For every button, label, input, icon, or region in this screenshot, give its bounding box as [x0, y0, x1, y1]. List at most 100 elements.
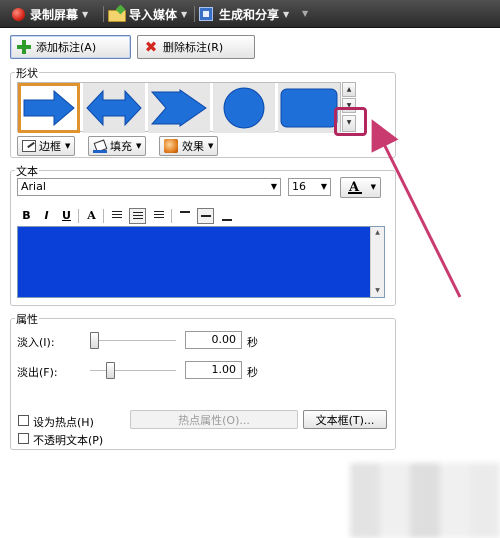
font-color-button[interactable]: A ▼ [340, 177, 381, 198]
align-center-icon [132, 212, 143, 221]
delete-x-icon: ✖ [144, 38, 158, 56]
record-screen-label: 录制屏幕 [30, 7, 79, 22]
chevron-arrow-icon [150, 89, 207, 127]
import-media-label: 导入媒体 [129, 7, 178, 22]
callout-text-area[interactable]: ▲ ▼ [17, 226, 385, 298]
fade-in-slider-thumb[interactable] [90, 332, 99, 349]
fade-out-value: 1.00 [211, 363, 237, 376]
border-button[interactable]: 边框 ▼ [17, 136, 76, 156]
record-icon [12, 7, 25, 21]
fade-in-input[interactable]: 0.00 [185, 331, 242, 349]
valign-top-button[interactable] [176, 208, 193, 224]
shape-circle[interactable] [213, 83, 275, 133]
chevron-down-icon: ▼ [270, 182, 277, 191]
chevron-down-icon: ▼ [283, 9, 290, 19]
fade-out-slider-track[interactable] [90, 370, 176, 372]
arrow-right-icon [23, 89, 75, 127]
align-center-button[interactable] [129, 208, 146, 224]
hotspot-checkbox[interactable] [18, 415, 29, 426]
fade-in-label: 淡入(I): [17, 336, 55, 349]
font-size-value: 16 [292, 180, 306, 193]
toolbar-divider [194, 6, 195, 22]
add-callout-button[interactable]: 添加标注(A) [10, 35, 131, 59]
border-button-label: 边框 [39, 140, 61, 153]
valign-top-icon [179, 211, 190, 213]
format-divider [78, 209, 79, 223]
format-divider [171, 209, 172, 223]
effects-icon [164, 139, 178, 153]
textbox-button-label: 文本框(T)... [315, 413, 375, 427]
italic-button[interactable]: I [38, 208, 55, 224]
valign-middle-icon [200, 215, 211, 217]
hotspot-properties-label: 热点属性(O)... [178, 413, 250, 427]
underline-button[interactable]: U [58, 208, 75, 224]
font-name-combo[interactable]: Arial ▼ [17, 178, 281, 196]
opaque-text-checkbox[interactable] [18, 433, 29, 444]
add-callout-label: 添加标注(A) [36, 41, 97, 54]
valign-middle-button[interactable] [197, 208, 214, 224]
text-area-scrollbar[interactable]: ▲ ▼ [370, 227, 384, 297]
font-name-value: Arial [21, 180, 46, 193]
chevron-down-icon: ▼ [136, 142, 142, 150]
align-left-icon [111, 211, 122, 220]
valign-bottom-button[interactable] [218, 208, 235, 224]
fade-in-slider-track[interactable] [90, 340, 176, 342]
fade-out-unit: 秒 [247, 366, 258, 379]
toolbar-overflow-icon[interactable]: ▼ [302, 9, 308, 18]
fade-out-slider-thumb[interactable] [106, 362, 115, 379]
scroll-up-icon[interactable]: ▲ [371, 227, 384, 239]
fade-out-input[interactable]: 1.00 [185, 361, 242, 379]
share-icon [199, 7, 213, 21]
chevron-down-icon: ▼ [82, 9, 89, 19]
align-left-button[interactable] [108, 208, 125, 224]
opaque-text-checkbox-label: 不透明文本(P) [33, 434, 104, 447]
hotspot-checkbox-label: 设为热点(H) [33, 416, 94, 429]
produce-share-menu[interactable]: 生成和分享 ▼ [199, 5, 289, 23]
border-pencil-icon [22, 140, 36, 152]
bold-glyph: B [22, 209, 31, 222]
watermark-blur [350, 463, 500, 538]
align-right-icon [153, 211, 164, 220]
font-size-combo[interactable]: 16 ▼ [288, 178, 331, 196]
fill-button-label: 填充 [110, 140, 132, 153]
folder-import-icon [108, 8, 126, 22]
circle-icon [223, 87, 265, 129]
record-screen-menu[interactable]: 录制屏幕 ▼ [12, 5, 88, 23]
font-color-swatch [348, 192, 362, 194]
delete-callout-button[interactable]: ✖ 删除标注(R) [137, 35, 255, 59]
valign-bottom-icon [221, 219, 232, 221]
align-right-button[interactable] [150, 208, 167, 224]
import-media-menu[interactable]: 导入媒体 ▼ [108, 5, 187, 23]
toolbar-divider [103, 6, 104, 22]
chevron-down-icon: ▼ [320, 182, 327, 191]
shape-section-label: 形状 [15, 65, 39, 81]
effects-button-label: 效果 [182, 140, 204, 153]
fade-in-unit: 秒 [247, 336, 258, 349]
chevron-down-icon: ▼ [65, 142, 71, 150]
produce-share-label: 生成和分享 [219, 7, 280, 22]
fade-in-value: 0.00 [211, 333, 237, 346]
underline-glyph: U [62, 209, 71, 222]
gallery-scroll-up-button[interactable]: ▲ [342, 82, 356, 97]
text-shadow-button[interactable]: A [83, 208, 100, 224]
effects-button[interactable]: 效果 ▼ [159, 136, 219, 156]
double-arrow-icon [86, 89, 142, 127]
hotspot-properties-button[interactable]: 热点属性(O)... [130, 410, 298, 429]
shape-arrow-chevron-right[interactable] [148, 83, 210, 133]
shape-rounded-rectangle[interactable] [278, 83, 340, 133]
delete-callout-label: 删除标注(R) [163, 41, 224, 54]
chevron-down-icon: ▼ [181, 9, 188, 19]
fade-out-label: 淡出(F): [17, 366, 58, 379]
fill-button[interactable]: 填充 ▼ [88, 136, 147, 156]
textbox-button[interactable]: 文本框(T)... [303, 410, 387, 429]
fill-bucket-icon [93, 140, 107, 153]
shape-arrow-right[interactable] [18, 83, 80, 133]
bold-button[interactable]: B [18, 208, 35, 224]
scroll-down-icon[interactable]: ▼ [371, 285, 384, 297]
text-section-label: 文本 [15, 163, 39, 179]
shape-arrow-double[interactable] [83, 83, 145, 133]
chevron-down-icon: ▼ [208, 142, 214, 150]
plus-icon [17, 40, 31, 54]
properties-section-label: 属性 [15, 311, 39, 327]
chevron-down-icon: ▼ [370, 183, 376, 191]
